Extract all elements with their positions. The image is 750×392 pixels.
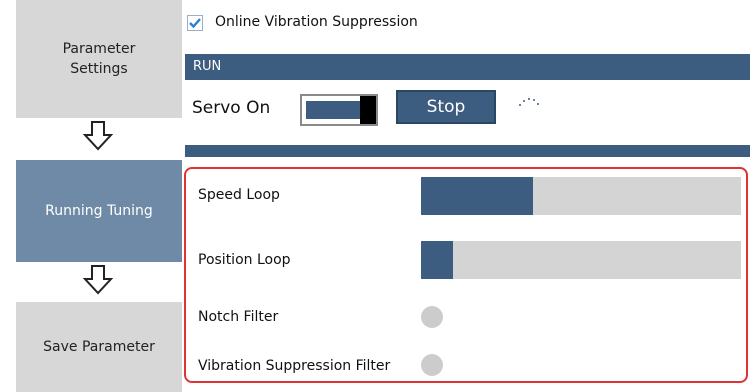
step-label: Running Tuning — [45, 203, 153, 219]
step-parameter-settings[interactable]: Parameter Settings — [16, 0, 182, 118]
step-running-tuning[interactable]: Running Tuning — [16, 160, 182, 262]
online-vibration-checkbox[interactable] — [187, 15, 203, 31]
servo-on-toggle[interactable] — [300, 94, 378, 126]
toggle-fill — [306, 101, 361, 119]
notch-filter-label: Notch Filter — [198, 309, 279, 325]
speed-loop-fill — [421, 177, 533, 215]
tuning-section-header — [185, 145, 750, 157]
notch-filter-indicator-dot-icon — [421, 306, 443, 328]
step-label: Save Parameter — [43, 339, 155, 355]
step-label: Parameter Settings — [62, 41, 136, 77]
position-loop-label: Position Loop — [198, 252, 291, 268]
speed-loop-label: Speed Loop — [198, 187, 280, 203]
vibration-filter-indicator-dot-icon — [421, 354, 443, 376]
vibration-suppression-filter-label: Vibration Suppression Filter — [198, 358, 391, 374]
toggle-knob[interactable] — [360, 96, 376, 124]
down-arrow-icon — [82, 121, 114, 151]
check-icon — [189, 18, 201, 29]
online-vibration-label: Online Vibration Suppression — [215, 14, 418, 30]
speed-loop-bar — [421, 177, 741, 215]
down-arrow-icon — [82, 265, 114, 295]
servo-on-label: Servo On — [192, 98, 271, 118]
position-loop-fill — [421, 241, 453, 279]
run-section-header: RUN — [185, 54, 750, 80]
step-save-parameter[interactable]: Save Parameter — [16, 302, 182, 392]
loading-spinner-icon — [519, 98, 539, 106]
run-title: RUN — [193, 59, 222, 74]
stop-button[interactable]: Stop — [396, 90, 496, 124]
position-loop-bar — [421, 241, 741, 279]
